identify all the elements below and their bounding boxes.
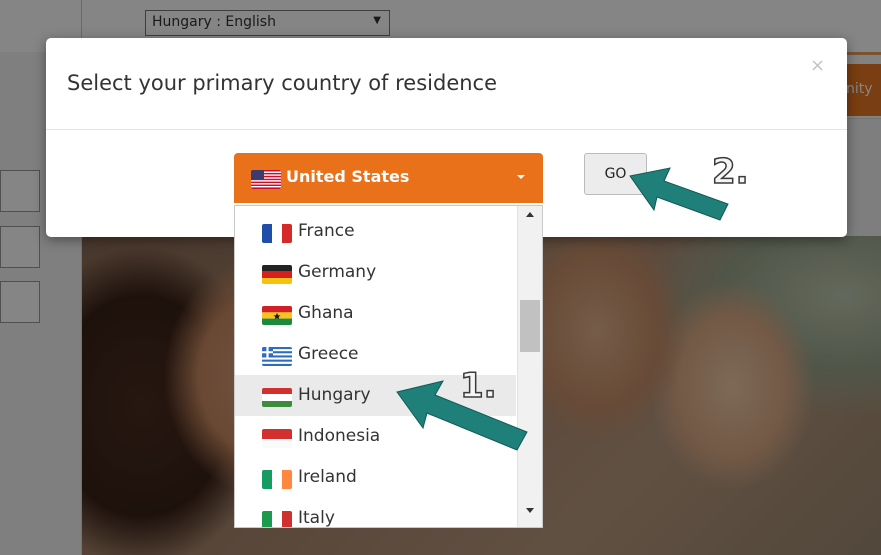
list-item-ireland[interactable]: Ireland	[235, 457, 516, 498]
germany-flag-icon	[262, 265, 292, 284]
scroll-down-icon[interactable]	[526, 508, 534, 513]
list-item-label: Greece	[298, 344, 359, 364]
list-item-germany[interactable]: Germany	[235, 252, 516, 293]
selected-country-label: United States	[286, 167, 410, 186]
indonesia-flag-icon	[262, 429, 292, 448]
modal-title: Select your primary country of residence	[67, 71, 498, 95]
us-flag-icon	[251, 170, 281, 189]
list-item-ghana[interactable]: Ghana	[235, 293, 516, 334]
list-item-france[interactable]: France	[235, 211, 516, 252]
step-2-label: 2.	[711, 151, 749, 193]
country-dropdown-list[interactable]: France Germany Ghana Greece Hungary Indo…	[234, 205, 543, 528]
list-item-label: Hungary	[298, 385, 371, 405]
modal-header: Select your primary country of residence…	[46, 38, 847, 130]
hungary-flag-icon	[262, 388, 292, 407]
list-item-label: Germany	[298, 262, 377, 282]
list-item-label: Ireland	[298, 467, 357, 487]
scroll-thumb[interactable]	[520, 300, 540, 352]
france-flag-icon	[262, 224, 292, 243]
list-item-label: Indonesia	[298, 426, 381, 446]
caret-down-icon	[517, 175, 525, 179]
step-1-label: 1.	[459, 365, 497, 407]
list-item-label: France	[298, 221, 355, 241]
dropdown-scrollbar[interactable]	[517, 206, 542, 527]
close-icon[interactable]: ×	[810, 57, 825, 75]
italy-flag-icon	[262, 511, 292, 527]
country-select-button[interactable]: United States	[234, 153, 543, 203]
list-item-italy[interactable]: Italy	[235, 498, 516, 528]
greece-flag-icon	[262, 347, 292, 366]
ghana-flag-icon	[262, 306, 292, 325]
ireland-flag-icon	[262, 470, 292, 489]
list-item-label: Italy	[298, 508, 335, 528]
list-item-label: Ghana	[298, 303, 354, 323]
scroll-up-icon[interactable]	[526, 212, 534, 217]
